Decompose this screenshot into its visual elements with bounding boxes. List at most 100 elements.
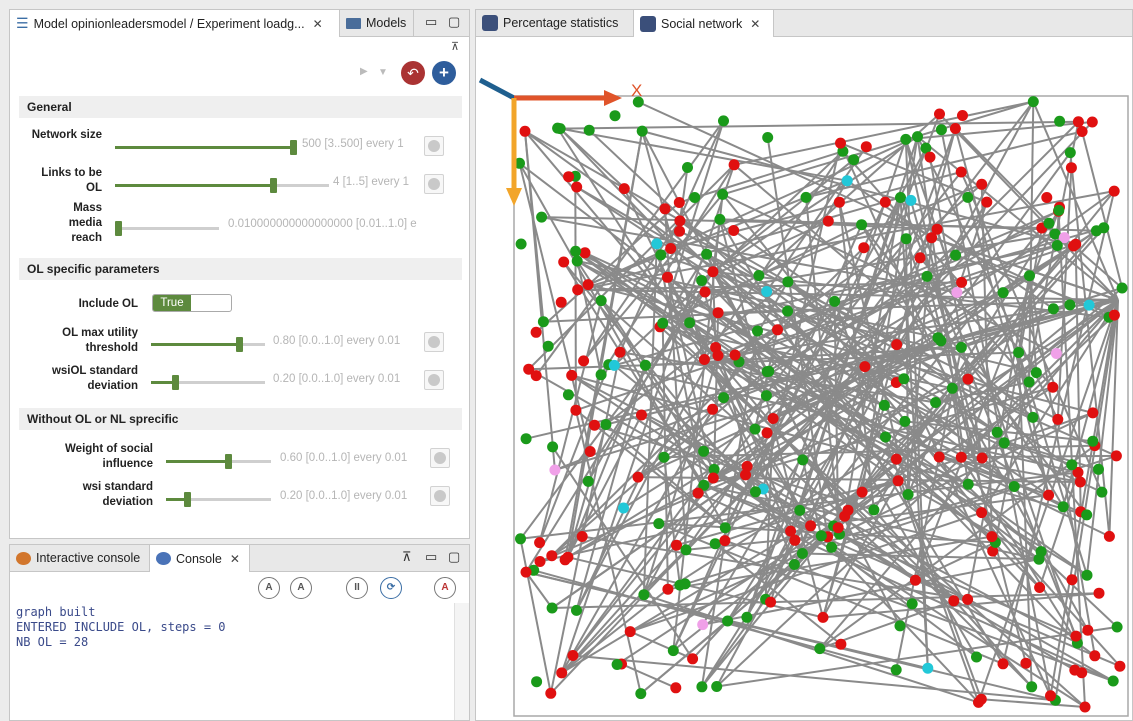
network-node: [728, 159, 740, 171]
slider-thumb[interactable]: [225, 454, 232, 469]
network-size-slider[interactable]: [115, 140, 297, 155]
undo-icon[interactable]: [424, 332, 444, 352]
parameters-panel: ☰ Model opinionleadersmodel / Experiment…: [9, 9, 470, 539]
collapse-icon[interactable]: ⊼: [402, 549, 412, 565]
pause-icon[interactable]: II: [346, 577, 368, 599]
mass-media-reach-slider[interactable]: [115, 221, 219, 236]
network-node: [582, 475, 594, 487]
network-node: [520, 566, 532, 578]
network-node: [892, 475, 904, 487]
increase-font-icon[interactable]: A: [258, 577, 280, 599]
network-node: [697, 619, 709, 631]
chat-icon: [16, 551, 31, 565]
network-node: [718, 392, 730, 404]
add-icon[interactable]: +: [432, 61, 456, 85]
slider-thumb[interactable]: [172, 375, 179, 390]
network-node: [636, 409, 647, 421]
network-node: [558, 256, 570, 268]
minimize-icon[interactable]: ▭: [425, 14, 437, 30]
network-node: [955, 341, 967, 353]
decrease-font-icon[interactable]: A: [290, 577, 312, 599]
network-node: [707, 403, 719, 415]
links-to-be-ol-slider[interactable]: [115, 178, 329, 193]
network-node: [534, 537, 546, 549]
undo-icon[interactable]: [430, 448, 450, 468]
maximize-icon[interactable]: ▢: [448, 14, 460, 30]
network-node: [624, 626, 636, 638]
network-node: [1047, 381, 1059, 393]
network-node: [868, 504, 880, 516]
close-icon[interactable]: ✕: [230, 552, 240, 566]
network-node: [618, 183, 630, 195]
tab-percentage-statistics[interactable]: Percentage statistics: [476, 10, 634, 36]
slider-thumb[interactable]: [184, 492, 191, 507]
weight-social-slider[interactable]: [166, 454, 271, 469]
network-node: [562, 389, 574, 401]
network-node: [639, 359, 651, 371]
collapse-icon[interactable]: ⊼: [451, 40, 459, 53]
network-node: [614, 346, 626, 358]
tab-percentage-label: Percentage statistics: [503, 16, 619, 30]
network-node: [900, 133, 912, 145]
network-node: [785, 525, 797, 537]
network-node: [971, 651, 982, 663]
network-node: [772, 324, 783, 336]
network-node: [659, 203, 671, 215]
wsi-std-slider[interactable]: [166, 492, 271, 507]
network-node: [767, 413, 779, 424]
undo-icon[interactable]: [424, 370, 444, 390]
network-node: [973, 696, 984, 708]
slider-thumb[interactable]: [115, 221, 122, 236]
network-node: [670, 682, 682, 694]
include-ol-label: Include OL: [78, 298, 138, 310]
slider-thumb[interactable]: [236, 337, 243, 352]
network-node: [895, 192, 906, 203]
tab-models[interactable]: Models: [340, 10, 414, 36]
axis-z: [478, 77, 516, 101]
social-network-display[interactable]: X: [476, 38, 1132, 718]
wsiol-std-slider[interactable]: [151, 375, 265, 390]
console-scrollbar[interactable]: [454, 603, 469, 720]
network-node: [712, 307, 724, 319]
undo-icon[interactable]: [424, 174, 444, 194]
minimize-icon[interactable]: ▭: [425, 549, 437, 565]
tab-interactive-console[interactable]: Interactive console: [10, 545, 150, 571]
play-small-icon[interactable]: ▶: [360, 66, 368, 77]
network-node: [1008, 481, 1020, 492]
network-node: [636, 125, 648, 137]
slider-thumb[interactable]: [290, 140, 297, 155]
revert-icon[interactable]: ↶: [401, 61, 425, 85]
tab-social-network[interactable]: Social network ✕: [634, 10, 774, 37]
dropdown-icon[interactable]: ▼: [378, 67, 388, 78]
network-node: [817, 611, 829, 623]
network-node: [546, 602, 558, 614]
network-edge: [621, 663, 677, 689]
network-node: [563, 171, 575, 183]
network-node: [752, 325, 763, 337]
network-node: [679, 578, 691, 590]
network-node: [962, 191, 974, 203]
network-node: [608, 359, 620, 371]
network-node: [842, 504, 854, 516]
network-node: [753, 270, 765, 281]
network-node: [1089, 650, 1101, 662]
network-node: [1020, 657, 1032, 669]
maximize-icon[interactable]: ▢: [448, 549, 460, 565]
ol-max-utility-slider[interactable]: [151, 337, 265, 352]
refresh-icon[interactable]: ⟳: [380, 577, 402, 599]
network-node: [955, 166, 967, 178]
network-node: [981, 196, 993, 208]
clear-icon[interactable]: A: [434, 577, 456, 599]
close-icon[interactable]: ✕: [750, 17, 760, 31]
network-node: [667, 645, 679, 657]
network-node: [1076, 126, 1088, 137]
close-icon[interactable]: ✕: [313, 17, 323, 31]
tab-experiment[interactable]: ☰ Model opinionleadersmodel / Experiment…: [10, 10, 340, 37]
slider-thumb[interactable]: [270, 178, 277, 193]
network-node: [814, 643, 826, 655]
undo-icon[interactable]: [430, 486, 450, 506]
undo-icon[interactable]: [424, 136, 444, 156]
include-ol-toggle[interactable]: True: [152, 294, 232, 312]
tab-console[interactable]: Console ✕: [150, 545, 250, 572]
sliders-icon: ☰: [16, 15, 29, 31]
